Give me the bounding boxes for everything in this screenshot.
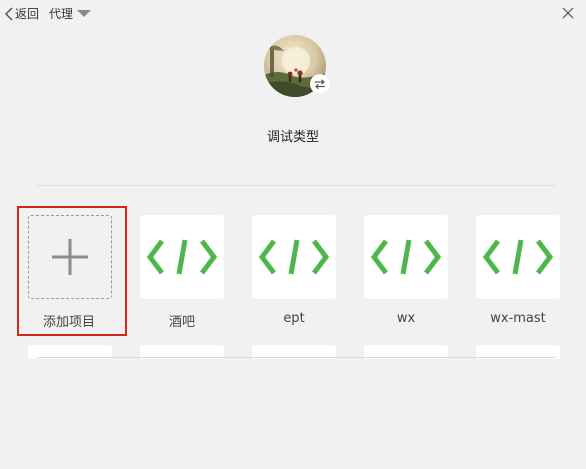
project-tile-1[interactable] (140, 215, 224, 299)
swap-icon (315, 79, 325, 90)
project-label-3: wx (396, 311, 416, 326)
proxy-label: 代理 (49, 7, 74, 21)
plus-icon (52, 239, 88, 275)
project-label-4: wx-mast (490, 311, 546, 326)
code-icon (258, 239, 330, 275)
scroll-divider (37, 357, 556, 358)
chevron-left-icon (5, 7, 13, 20)
avatar-button[interactable] (264, 35, 330, 97)
switch-account-badge[interactable] (310, 74, 330, 94)
project-label-2: ept (283, 311, 305, 326)
add-project-tile[interactable] (28, 215, 112, 299)
add-project-label: 添加项目 (42, 315, 95, 330)
code-icon (482, 239, 554, 275)
caret-down-icon (77, 10, 92, 17)
divider (37, 185, 556, 186)
project-tile-4[interactable] (476, 215, 560, 299)
code-icon (370, 239, 442, 275)
top-bar: 返回 代理 (0, 0, 586, 28)
proxy-dropdown[interactable]: 代理 (49, 5, 92, 22)
close-icon[interactable] (561, 6, 575, 20)
project-tile-3[interactable] (364, 215, 448, 299)
project-tile-2[interactable] (252, 215, 336, 299)
back-button[interactable]: 返回 (5, 5, 39, 22)
code-icon (146, 239, 218, 275)
project-label-1: 酒吧 (168, 315, 195, 330)
back-label: 返回 (15, 7, 40, 21)
page-title: 调试类型 (266, 130, 319, 145)
